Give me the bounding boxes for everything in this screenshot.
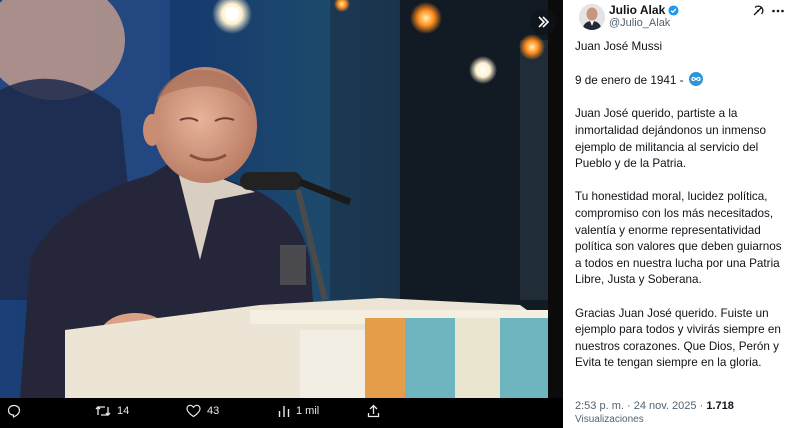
like-button[interactable]: 43 xyxy=(186,404,219,418)
meta-separator: · xyxy=(626,400,631,412)
grok-icon[interactable] xyxy=(751,4,765,18)
tweet-time[interactable]: 2:53 p. m. xyxy=(575,400,624,412)
author-name[interactable]: Julio Alak xyxy=(609,3,679,17)
tweet-meta: 2:53 p. m. · 24 nov. 2025 · 1.718 xyxy=(575,400,734,412)
media-action-bar: 14 43 1 mil xyxy=(0,398,563,428)
views-total: 1.718 xyxy=(706,400,734,412)
reply-icon xyxy=(7,404,21,418)
verified-badge-icon xyxy=(668,4,679,16)
meta-separator-2: · xyxy=(699,400,704,412)
tweet-paragraph: Tu honestidad moral, lucidez política, c… xyxy=(575,190,782,287)
tweet-photo[interactable] xyxy=(0,0,548,398)
media-viewer: 14 43 1 mil xyxy=(0,0,563,428)
reply-button[interactable] xyxy=(7,404,21,418)
more-options-icon[interactable] xyxy=(771,4,785,18)
author-name-text: Julio Alak xyxy=(609,3,666,17)
tweet-date[interactable]: 24 nov. 2025 xyxy=(634,400,697,412)
author-handle[interactable]: @Julio_Alak xyxy=(609,17,670,29)
tweet-panel: Julio Alak @Julio_Alak Juan José Mussi 9… xyxy=(563,0,790,428)
heart-icon xyxy=(186,404,201,418)
repost-count: 14 xyxy=(117,405,130,417)
tweet-text: Juan José Mussi 9 de enero de 1941 - ♾ J… xyxy=(575,39,787,388)
avatar[interactable] xyxy=(579,4,605,30)
views-count: 1 mil xyxy=(296,405,320,417)
collapse-panel-button[interactable] xyxy=(530,9,556,35)
repost-icon xyxy=(95,406,111,416)
views-button[interactable]: 1 mil xyxy=(278,404,319,418)
analytics-icon xyxy=(278,406,290,417)
tweet-paragraph: Juan José Mussi xyxy=(575,40,663,53)
repost-button[interactable]: 14 xyxy=(95,404,129,418)
tweet-paragraph: 9 de enero de 1941 - xyxy=(575,74,684,88)
infinity-icon: ♾ xyxy=(688,72,703,87)
tweet-paragraph-date: 9 de enero de 1941 - ♾ xyxy=(575,72,787,90)
share-button[interactable] xyxy=(367,404,380,418)
like-count: 43 xyxy=(207,405,220,417)
share-icon xyxy=(367,404,380,418)
tweet-paragraph: Juan José querido, partiste a la inmorta… xyxy=(575,107,767,171)
tweet-paragraph: Gracias Juan José querido. Fuiste un eje… xyxy=(575,306,781,370)
avatar-photo xyxy=(579,4,605,30)
views-label: Visualizaciones xyxy=(575,414,644,425)
double-chevron-right-icon xyxy=(538,16,550,28)
